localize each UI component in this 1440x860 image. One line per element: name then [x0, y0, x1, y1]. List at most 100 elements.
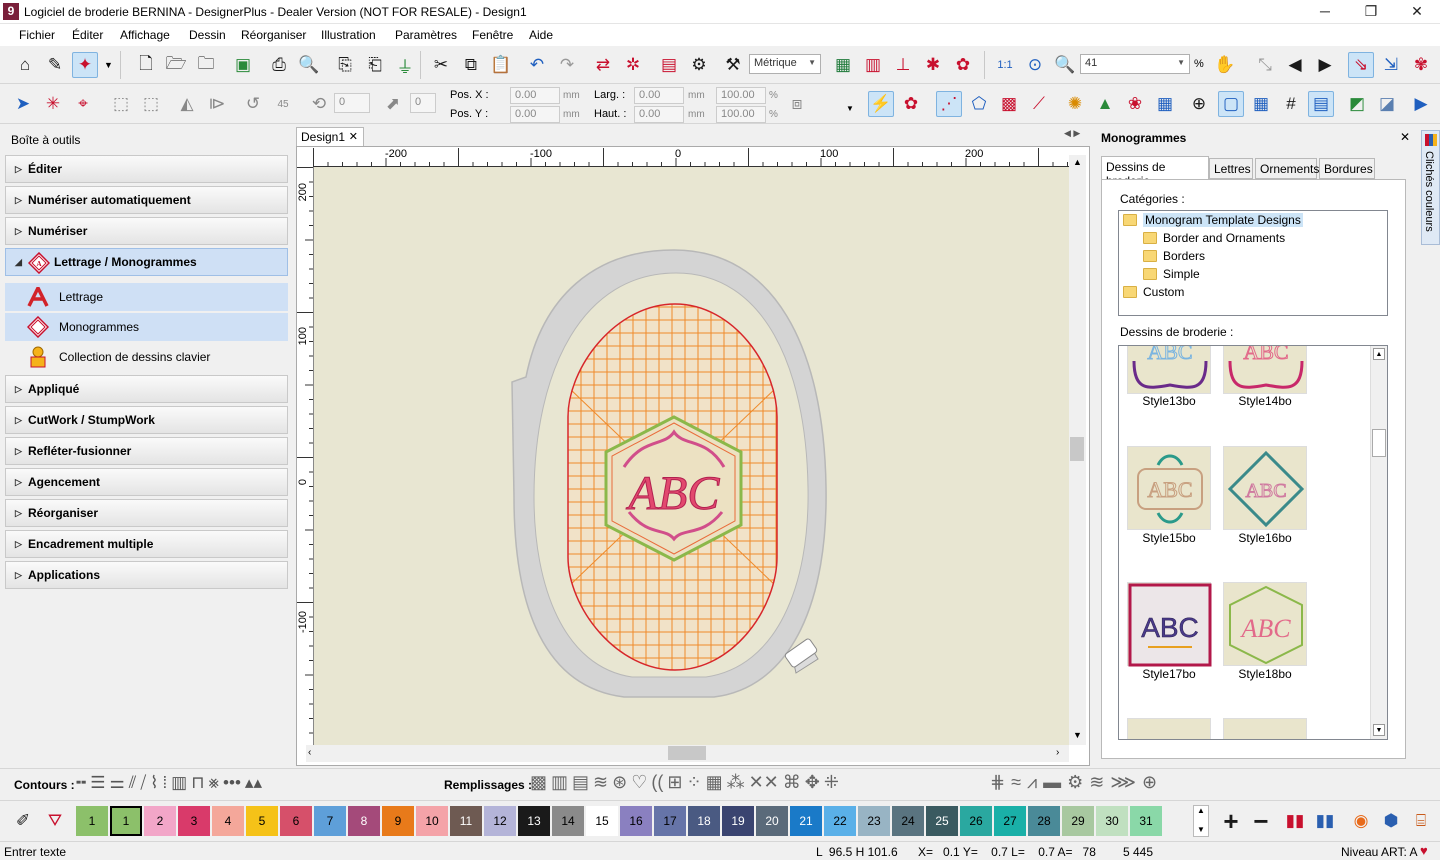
tab-scroll-left-icon[interactable]: ◀ ▶	[1064, 128, 1080, 139]
scroll-thumb[interactable]	[1372, 429, 1386, 457]
circle-flower-icon[interactable]: ❀	[1122, 91, 1148, 117]
height-input[interactable]: 0.00	[634, 106, 684, 123]
width-percent-input[interactable]: 100.00	[716, 87, 766, 104]
color-swatch-21[interactable]: 21	[790, 806, 822, 836]
tab-lettres[interactable]: Lettres	[1209, 158, 1253, 179]
color-swatch-20[interactable]: 20	[756, 806, 788, 836]
stitch-player-icon[interactable]: ⇲	[1378, 52, 1404, 78]
background-icon[interactable]: ▦	[830, 52, 856, 78]
units-select[interactable]: Métrique ▼	[749, 54, 821, 74]
special-stitch-icons[interactable]: ⋕ ≈ ⩘ ▬ ⚙ ≋ ⋙ ⊕	[990, 772, 1157, 793]
menu-affichage[interactable]: Affichage	[120, 28, 170, 42]
color-swatch-24[interactable]: 24	[892, 806, 924, 836]
color-swatch-18[interactable]: 18	[688, 806, 720, 836]
grid-lines-icon[interactable]: ▤	[1308, 91, 1334, 117]
color-swatch-6[interactable]: 6	[280, 806, 312, 836]
cliches-couleurs-tab[interactable]: Clichés couleurs	[1421, 130, 1440, 245]
menu-dessin[interactable]: Dessin	[189, 28, 226, 42]
slant-angle-input[interactable]: 0	[410, 93, 436, 113]
category-simple[interactable]: Simple	[1143, 265, 1200, 283]
category-monogram-template[interactable]: Monogram Template Designs	[1123, 211, 1303, 229]
copy-icon[interactable]: ⧉	[458, 52, 484, 78]
print-preview-icon[interactable]: 🔍	[296, 52, 322, 78]
toolbox-section-editer[interactable]: ▷ Éditer	[5, 155, 288, 183]
close-icon[interactable]: ✕	[1400, 130, 1410, 144]
menu-aide[interactable]: Aide	[529, 28, 553, 42]
tool-monogrammes[interactable]: Monogrammes	[5, 313, 288, 341]
print-icon[interactable]: ⎙	[266, 52, 292, 78]
design-thumb-style14bo[interactable]: ABC	[1223, 346, 1307, 394]
color-swatch-14[interactable]: 14	[552, 806, 584, 836]
polygon-select-icon[interactable]: ⌖	[70, 91, 96, 117]
menu-reorganiser[interactable]: Réorganiser	[241, 28, 306, 42]
color-swatch-22[interactable]: 22	[824, 806, 856, 836]
color-swatch-26[interactable]: 26	[960, 806, 992, 836]
embroidery-canvas-icon[interactable]: ✦	[72, 52, 98, 78]
tool-lettrage[interactable]: Lettrage	[5, 283, 288, 311]
stitch-icon[interactable]: ✱	[920, 52, 946, 78]
previous-icon[interactable]: ◀	[1282, 52, 1308, 78]
color-swatch-19[interactable]: 19	[722, 806, 754, 836]
zoom-icon[interactable]: 🔍	[1052, 52, 1078, 78]
width-input[interactable]: 0.00	[634, 87, 684, 104]
cube-icon[interactable]: ⬢	[1378, 808, 1404, 834]
eyedropper-icon[interactable]: ✐	[10, 808, 36, 834]
design-thumb-style15bo[interactable]: ABC	[1127, 446, 1211, 530]
hoop-show-icon[interactable]: ▢	[1218, 91, 1244, 117]
stamp-icon[interactable]: ⊥	[890, 52, 916, 78]
color-swatch-2[interactable]: 2	[144, 806, 176, 836]
select-arrow-icon[interactable]: ➤	[10, 91, 36, 117]
color-swatch-11[interactable]: 11	[450, 806, 482, 836]
zoom-fit-icon[interactable]: ⊙	[1022, 52, 1048, 78]
color-swatch-30[interactable]: 30	[1096, 806, 1128, 836]
design-thumb-style16bo[interactable]: ABC	[1223, 446, 1307, 530]
palette-scroll[interactable]: ▲ ▼	[1193, 805, 1209, 837]
color-swatch-16[interactable]: 16	[620, 806, 652, 836]
color-wheel-icon[interactable]: ◉	[1348, 808, 1374, 834]
minimize-button[interactable]: ─	[1302, 0, 1348, 24]
color-swatch-5[interactable]: 5	[246, 806, 278, 836]
menu-fichier[interactable]: Fichier	[19, 28, 55, 42]
pos-x-input[interactable]: 0.00	[510, 87, 560, 104]
category-borders[interactable]: Borders	[1143, 247, 1205, 265]
design-thumb-partial[interactable]	[1223, 718, 1307, 739]
export-machine-icon[interactable]: ⎗	[362, 52, 388, 78]
insert-design-icon[interactable]: ✲	[620, 52, 646, 78]
color-swatch-3[interactable]: 3	[178, 806, 210, 836]
flower-icon[interactable]: ✾	[1408, 52, 1434, 78]
color-swatch-1[interactable]: 1	[76, 806, 108, 836]
travel-icon[interactable]: ⤡	[1252, 52, 1278, 78]
hash-grid-icon[interactable]: #	[1278, 91, 1304, 117]
paint-bucket-icon[interactable]: ⛛	[42, 808, 68, 834]
slant-icon[interactable]: ⬈	[380, 91, 406, 117]
show-stitches-icon[interactable]: ⚡	[868, 91, 894, 117]
height-percent-input[interactable]: 100.00	[716, 106, 766, 123]
toolbox-section-applications[interactable]: ▷ Applications	[5, 561, 288, 589]
grid-show-icon[interactable]: ▦	[1248, 91, 1274, 117]
canvas-horizontal-scrollbar[interactable]: ‹ ›	[306, 745, 1069, 762]
select-objects-icon[interactable]: ⇘	[1348, 52, 1374, 78]
tab-ornements[interactable]: Ornements	[1255, 158, 1319, 179]
designs-scrollbar[interactable]: ▲ ▼	[1370, 346, 1387, 739]
toolbox-section-numeriser-auto[interactable]: ▷ Numériser automatiquement	[5, 186, 288, 214]
designs-list[interactable]: ABC Style13bo ABC Style14bo ABC Style15b…	[1118, 345, 1388, 740]
color-swatch-12[interactable]: 12	[484, 806, 516, 836]
rotate-right-45-icon[interactable]: 45	[270, 91, 296, 117]
scale-icon[interactable]: ⬚	[108, 91, 134, 117]
toolbox-section-applique[interactable]: ▷ Appliqué	[5, 375, 288, 403]
color-swatch-28[interactable]: 28	[1028, 806, 1060, 836]
shapes-icon[interactable]: ▲	[1092, 91, 1118, 117]
remove-color-icon[interactable]: −	[1248, 806, 1274, 836]
close-icon[interactable]: ✕	[349, 130, 358, 143]
scale-proportional-icon[interactable]: ⬚	[138, 91, 164, 117]
color-swatch-4[interactable]: 4	[212, 806, 244, 836]
color-swatch-9[interactable]: 9	[382, 806, 414, 836]
toolbox-section-numeriser[interactable]: ▷ Numériser	[5, 217, 288, 245]
zoom-one-to-one-icon[interactable]: 1:1	[992, 52, 1018, 78]
color-swatch-7[interactable]: 7	[314, 806, 346, 836]
undo-icon[interactable]: ↶	[524, 52, 550, 78]
design-info-icon[interactable]: ▤	[656, 52, 682, 78]
design-canvas[interactable]: ABC	[314, 167, 1069, 745]
rotate-icon[interactable]: ⟲	[306, 91, 332, 117]
background-fabric-icon[interactable]: ◪	[1374, 91, 1400, 117]
